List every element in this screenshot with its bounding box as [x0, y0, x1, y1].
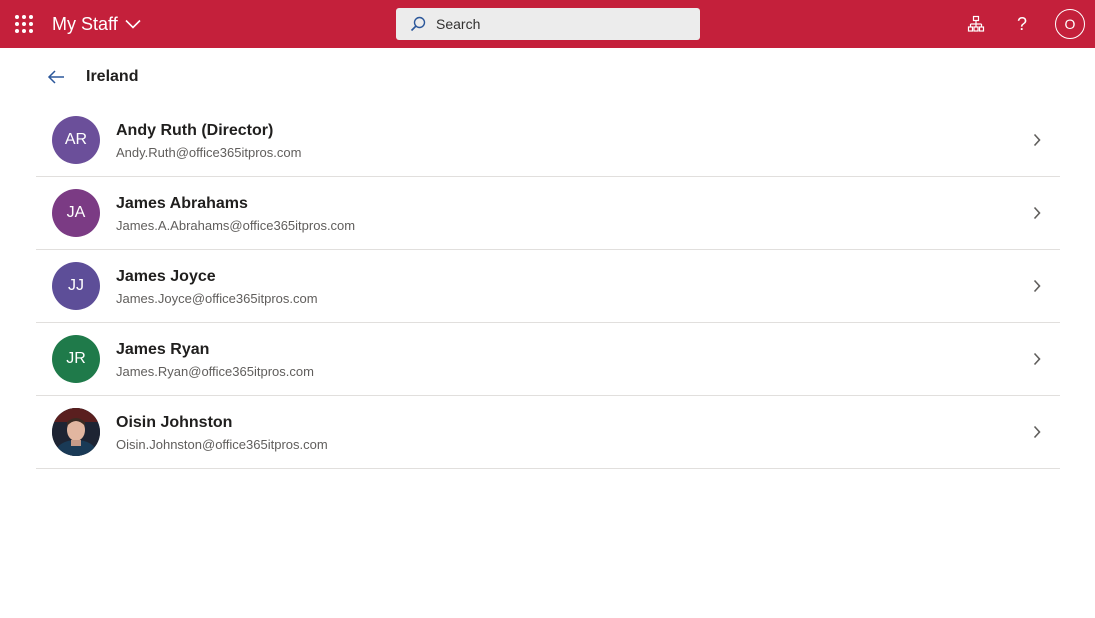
staff-email: Oisin.Johnston@office365itpros.com [116, 437, 328, 452]
search-placeholder: Search [436, 16, 481, 32]
profile-photo [52, 408, 100, 456]
app-title: My Staff [52, 13, 118, 34]
staff-row[interactable]: JA James Abrahams James.A.Abrahams@office3… [36, 177, 1060, 250]
avatar-initials: JA [66, 204, 86, 221]
chevron-right-icon[interactable] [1030, 278, 1044, 294]
page-header: Ireland [36, 62, 138, 92]
staff-list: AR Andy Ruth (Director) Andy.Ruth@office36… [36, 104, 1060, 469]
avatar: JA [52, 189, 100, 237]
staff-name: Oisin Johnston [116, 414, 233, 431]
staff-row[interactable]: AR Andy Ruth (Director) Andy.Ruth@office36… [36, 104, 1060, 177]
avatar: AR [52, 116, 100, 164]
staff-row[interactable]: JJ James Joyce James.Joyce@office365itpros… [36, 250, 1060, 323]
chevron-right-icon[interactable] [1030, 351, 1044, 367]
staff-row[interactable]: JR James Ryan James.Ryan@office365itpros.c… [36, 323, 1060, 396]
search-box[interactable]: Search [396, 8, 700, 40]
avatar-initials: JJ [68, 277, 84, 294]
help-icon[interactable]: ? [1010, 12, 1034, 36]
chevron-down-icon [125, 19, 141, 29]
chevron-right-icon[interactable] [1030, 205, 1044, 221]
avatar: JR [52, 335, 100, 383]
app-title-menu[interactable]: My Staff [52, 12, 141, 36]
avatar: JJ [52, 262, 100, 310]
staff-name: Andy Ruth (Director) [116, 122, 274, 139]
org-chart-icon[interactable] [964, 12, 988, 36]
avatar-initials: JR [66, 350, 86, 367]
avatar-initials: AR [64, 131, 88, 148]
staff-name: James Joyce [116, 268, 216, 285]
staff-email: James.Joyce@office365itpros.com [116, 291, 318, 306]
top-bar: My Staff Search ? O [0, 0, 1095, 48]
user-avatar[interactable]: O [1055, 9, 1085, 39]
back-arrow-icon[interactable] [36, 62, 76, 92]
search-icon [410, 16, 426, 32]
staff-row[interactable]: Oisin Johnston Oisin.Johnston@office365it… [36, 396, 1060, 469]
chevron-right-icon[interactable] [1030, 132, 1044, 148]
staff-email: Andy.Ruth@office365itpros.com [116, 145, 302, 160]
page-title: Ireland [86, 68, 139, 85]
staff-email: James.Ryan@office365itpros.com [116, 364, 314, 379]
user-initial: O [1064, 16, 1076, 32]
chevron-right-icon[interactable] [1030, 424, 1044, 440]
app-launcher-icon[interactable] [15, 15, 33, 33]
staff-email: James.A.Abrahams@office365itpros.com [116, 218, 356, 233]
staff-name: James Abrahams [116, 195, 248, 212]
staff-name: James Ryan [116, 341, 210, 358]
